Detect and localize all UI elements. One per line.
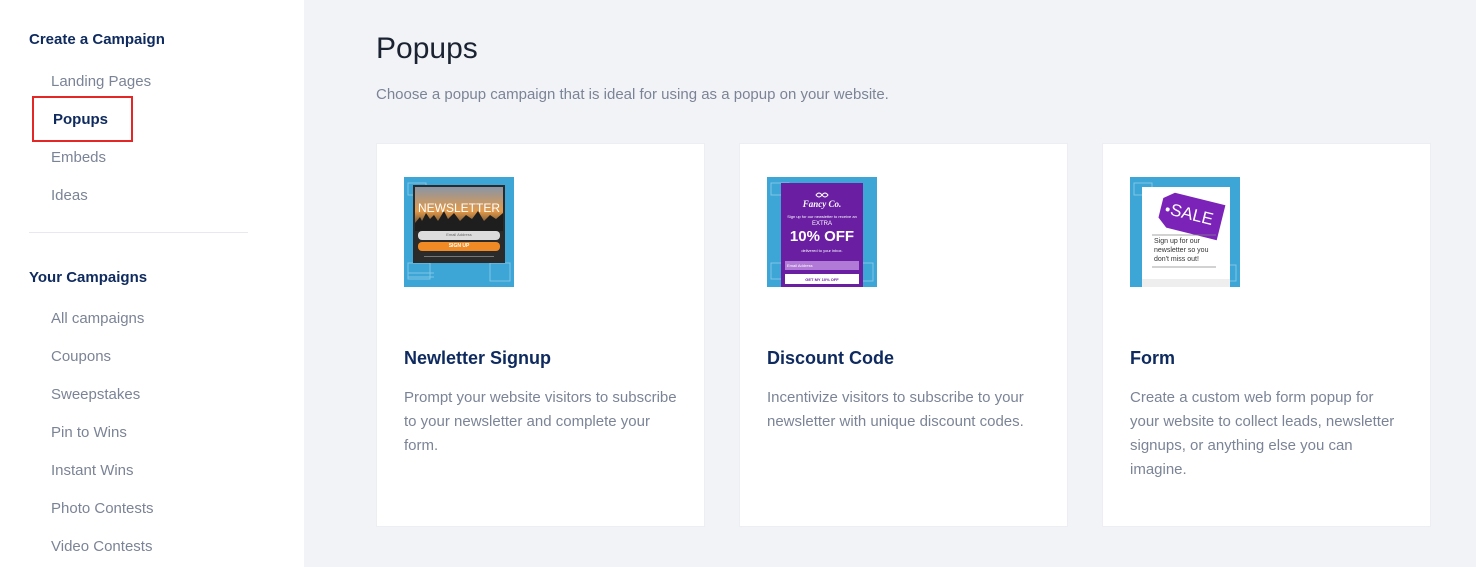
card-newsletter-signup[interactable]: NEWSLETTER Email Address SIGN UP Newlett… — [376, 143, 705, 527]
card-form[interactable]: SALE Sign up for our newsletter so you d… — [1102, 143, 1431, 527]
sidebar-item-popups[interactable]: Popups — [53, 111, 108, 128]
your-campaigns-heading: Your Campaigns — [29, 269, 148, 286]
page-subtitle: Choose a popup campaign that is ideal fo… — [376, 86, 889, 103]
sidebar-item-ideas[interactable]: Ideas — [51, 187, 88, 204]
form-thumbnail: SALE Sign up for our newsletter so you d… — [1130, 177, 1240, 287]
thumb-form-text: Sign up for our newsletter so you don't … — [1154, 238, 1209, 263]
thumb-promo-line3: delivered to your inbox. — [801, 248, 843, 253]
thumb-promo-extra: EXTRA — [811, 221, 832, 227]
sidebar-item-coupons[interactable]: Coupons — [51, 348, 111, 365]
discount-thumbnail: Fancy Co. Sign up for our newsletter to … — [767, 177, 877, 287]
card-title: Newletter Signup — [404, 348, 552, 368]
thumb-get-offer-button: GET MY 10% OFF — [805, 277, 839, 282]
create-campaign-heading: Create a Campaign — [29, 31, 165, 48]
card-description: Create a custom web form popup for your … — [1130, 389, 1395, 478]
sidebar-item-photo-contests[interactable]: Photo Contests — [51, 500, 154, 517]
sidebar-divider — [29, 232, 248, 233]
sidebar-item-pin-to-wins[interactable]: Pin to Wins — [51, 424, 127, 441]
card-title: Discount Code — [767, 348, 895, 368]
sidebar-item-all-campaigns[interactable]: All campaigns — [51, 310, 144, 327]
card-description: Prompt your website visitors to subscrib… — [404, 389, 677, 454]
thumb-email-field: Email Address — [446, 232, 472, 237]
sidebar-item-instant-wins[interactable]: Instant Wins — [51, 462, 134, 479]
card-discount-code[interactable]: Fancy Co. Sign up for our newsletter to … — [739, 143, 1068, 527]
sidebar-item-video-contests[interactable]: Video Contests — [51, 538, 152, 555]
page-title: Popups — [376, 32, 478, 65]
sidebar-item-sweepstakes[interactable]: Sweepstakes — [51, 386, 140, 403]
sidebar-item-landing-pages[interactable]: Landing Pages — [51, 73, 151, 90]
thumb-email-field: Email Address — [787, 263, 813, 268]
thumb-promo-line1: Sign up for our newsletter to receive an — [787, 214, 857, 219]
card-description: Incentivize visitors to subscribe to you… — [767, 389, 1024, 430]
thumb-promo-offer: 10% OFF — [789, 228, 855, 245]
sidebar: Create a Campaign Landing Pages Popups E… — [0, 0, 304, 567]
newsletter-thumbnail: NEWSLETTER Email Address SIGN UP — [404, 177, 514, 287]
thumb-signup-button: SIGN UP — [448, 243, 470, 249]
sidebar-item-embeds[interactable]: Embeds — [51, 149, 106, 166]
thumb-newsletter-headline: NEWSLETTER — [417, 201, 500, 215]
card-title: Form — [1130, 348, 1175, 368]
thumb-brand: Fancy Co. — [802, 199, 842, 209]
